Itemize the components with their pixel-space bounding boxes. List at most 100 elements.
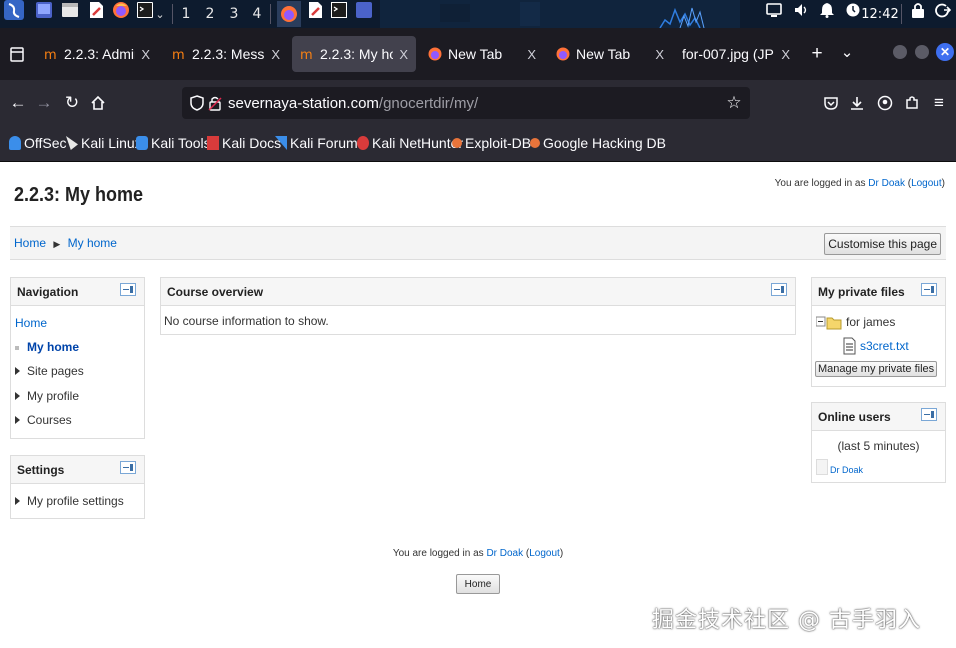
dock-block-icon[interactable]	[120, 283, 136, 296]
downloads-icon[interactable]	[846, 92, 868, 114]
back-arrow-icon[interactable]: ←	[7, 92, 29, 114]
nav-item-site-pages[interactable]: Site pages	[15, 364, 84, 378]
tab-close-icon[interactable]: X	[399, 47, 408, 62]
maximize-window-button[interactable]	[915, 45, 929, 59]
app-window-icon[interactable]	[354, 0, 374, 20]
tab-close-icon[interactable]: X	[781, 47, 790, 62]
tab-messages[interactable]: m 2.2.3: Messages X	[164, 36, 288, 72]
text-editor-icon[interactable]	[86, 0, 106, 20]
bookmark-kali-docs[interactable]: Kali Docs	[207, 135, 281, 151]
tab-jpeg-image[interactable]: for-007.jpg (JPEG Im X	[674, 36, 798, 72]
bookmark-kali-nethunter[interactable]: Kali NetHunter	[357, 135, 463, 151]
terminal-launcher-icon[interactable]	[135, 0, 155, 20]
address-bar[interactable]: severnaya-station.com/gnocertdir/my/ ☆	[182, 87, 750, 119]
online-user-item[interactable]: Dr Doak	[816, 459, 863, 475]
app-menu-icon[interactable]: ≡	[928, 92, 950, 114]
online-user-link[interactable]: Dr Doak	[830, 465, 863, 475]
breadcrumb-home-link[interactable]: Home	[14, 236, 46, 250]
logout-icon[interactable]	[933, 0, 953, 20]
nav-item-label: My home	[27, 340, 80, 354]
footer-home-button[interactable]: Home	[456, 574, 500, 594]
moodle-favicon: m	[44, 48, 57, 61]
pocket-icon[interactable]	[820, 92, 842, 114]
nav-item-my-home[interactable]: My home	[15, 340, 79, 354]
dock-block-icon[interactable]	[120, 461, 136, 474]
logged-in-user-link[interactable]: Dr Doak	[868, 178, 905, 189]
online-users-block: Online users (last 5 minutes) Dr Doak	[811, 402, 946, 483]
dock-block-icon[interactable]	[921, 283, 937, 296]
insecure-lock-icon[interactable]	[204, 92, 226, 114]
notification-bell-icon[interactable]	[817, 0, 837, 20]
lock-screen-icon[interactable]	[908, 0, 928, 20]
launcher-dropdown-icon[interactable]: ⌄	[154, 0, 166, 28]
footer-logout-link[interactable]: Logout	[529, 548, 560, 559]
extensions-icon[interactable]	[901, 92, 923, 114]
bookmark-exploit-db[interactable]: Exploit-DB	[452, 135, 531, 151]
workspace-1[interactable]: 1	[179, 0, 193, 28]
footer-user-link[interactable]: Dr Doak	[486, 548, 523, 559]
tab-my-home[interactable]: m 2.2.3: My home X	[292, 36, 416, 72]
folder-for-james[interactable]: for james	[816, 314, 895, 330]
taskbar-clock[interactable]: 12:42	[861, 0, 898, 28]
breadcrumb: Home ▶ My home	[14, 236, 117, 250]
show-desktop-icon[interactable]	[34, 0, 54, 20]
tab-administration[interactable]: m 2.2.3: Administra X	[36, 36, 158, 72]
editor-window-icon[interactable]	[305, 0, 325, 20]
new-tab-button[interactable]: +	[806, 43, 828, 65]
bookmark-kali-forums[interactable]: Kali Forums	[275, 135, 365, 151]
svg-text:m: m	[172, 48, 185, 61]
moodle-favicon: m	[172, 48, 185, 61]
logout-link[interactable]: Logout	[911, 178, 942, 189]
course-overview-block: Course overview No course information to…	[160, 277, 796, 335]
tab-new-tab-1[interactable]: New Tab X	[420, 36, 544, 72]
tab-close-icon[interactable]: X	[271, 47, 280, 62]
file-s3cret-txt[interactable]: s3cret.txt	[840, 337, 909, 355]
reload-icon[interactable]: ↻	[61, 92, 83, 114]
display-icon[interactable]	[764, 0, 784, 20]
bookmark-kali-tools[interactable]: Kali Tools	[136, 135, 211, 151]
nav-item-courses[interactable]: Courses	[15, 413, 72, 427]
list-all-tabs-button[interactable]: ⌄	[836, 41, 858, 63]
firefox-launcher-icon[interactable]	[111, 0, 131, 20]
expand-arrow-icon	[15, 416, 20, 424]
settings-item-my-profile-settings[interactable]: My profile settings	[15, 494, 124, 508]
customise-page-button[interactable]: Customise this page	[824, 233, 941, 255]
text-file-icon	[843, 337, 856, 355]
nav-item-my-profile[interactable]: My profile	[15, 389, 79, 403]
terminal-window-icon[interactable]	[329, 0, 349, 20]
file-manager-icon[interactable]	[60, 0, 80, 20]
nav-home-link[interactable]: Home	[15, 316, 47, 330]
workspace-2[interactable]: 2	[203, 0, 217, 28]
workspace-3[interactable]: 3	[227, 0, 241, 28]
firefox-window-icon[interactable]	[277, 1, 301, 27]
close-window-button[interactable]: ✕	[936, 43, 954, 61]
tab-new-tab-2[interactable]: New Tab X	[548, 36, 672, 72]
minimize-window-button[interactable]	[893, 45, 907, 59]
account-icon[interactable]	[874, 92, 896, 114]
manage-private-files-button[interactable]: Manage my private files	[815, 361, 938, 377]
login-info: You are logged in as Dr Doak (Logout)	[774, 178, 945, 189]
bookmark-google-hacking-db[interactable]: Google Hacking DB	[530, 135, 666, 151]
user-avatar	[816, 459, 828, 475]
breadcrumb-my-home-link[interactable]: My home	[68, 236, 117, 250]
kali-docs-icon	[207, 136, 219, 150]
tab-close-icon[interactable]: X	[141, 47, 150, 62]
volume-icon[interactable]	[791, 0, 811, 20]
tab-title: 2.2.3: Messages	[192, 46, 265, 62]
file-link[interactable]: s3cret.txt	[860, 339, 909, 353]
workspace-4[interactable]: 4	[250, 0, 264, 28]
home-icon[interactable]	[87, 92, 109, 114]
bookmark-kali-linux[interactable]: Kali Linux	[66, 135, 142, 151]
dock-block-icon[interactable]	[771, 283, 787, 296]
bookmark-offsec[interactable]: OffSec	[9, 135, 67, 151]
tab-close-icon[interactable]: X	[655, 47, 664, 62]
tab-overview-icon[interactable]	[6, 43, 28, 65]
forward-arrow-icon[interactable]: →	[33, 92, 55, 114]
tab-close-icon[interactable]: X	[527, 47, 536, 62]
dock-block-icon[interactable]	[921, 408, 937, 421]
clock-icon	[843, 0, 863, 20]
bookmark-star-icon[interactable]: ☆	[723, 92, 745, 114]
footer-login-info: You are logged in as Dr Doak (Logout)	[392, 548, 564, 559]
url-text[interactable]: severnaya-station.com/gnocertdir/my/	[228, 95, 478, 112]
kali-menu-icon[interactable]	[3, 0, 25, 20]
